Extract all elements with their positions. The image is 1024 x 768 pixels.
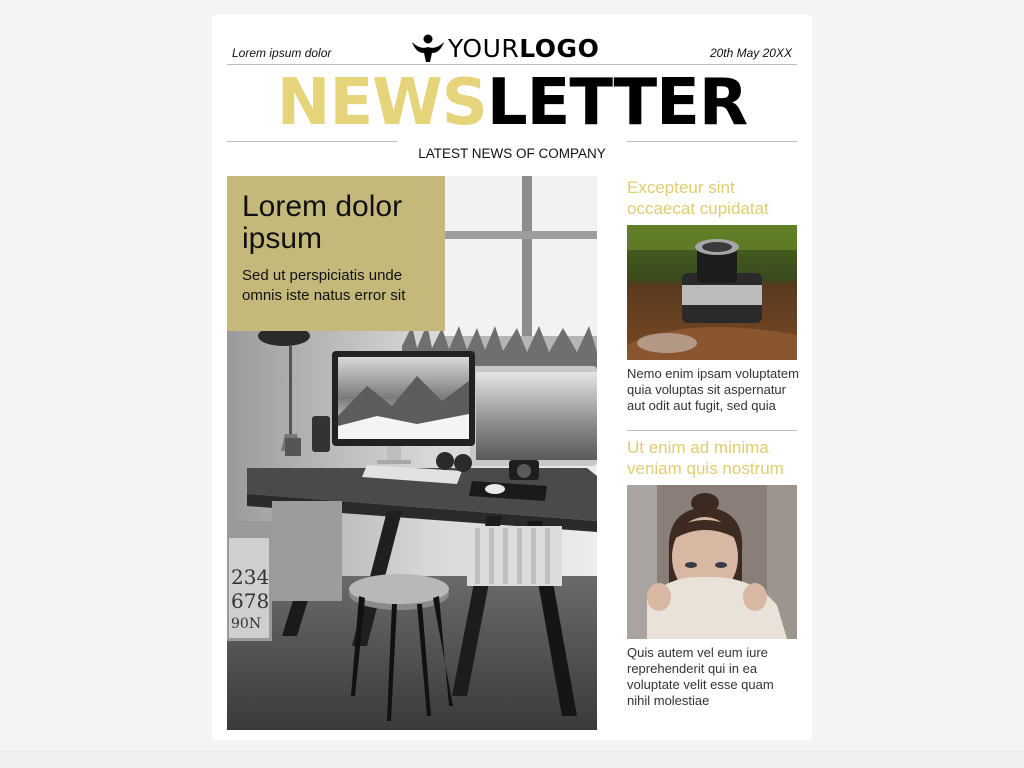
logo-person-icon <box>412 34 444 62</box>
feature-caption-box: Lorem dolor ipsum Sed ut perspiciatis un… <box>227 176 445 331</box>
feature-title: Lorem dolor ipsum <box>242 190 403 255</box>
feature-subtitle: Sed ut perspiciatis unde omnis iste natu… <box>242 267 406 304</box>
masthead-news: NEWS <box>276 66 488 140</box>
header-left-text: Lorem ipsum dolor <box>232 46 332 60</box>
article-1-body: Nemo enim ipsam voluptatem quia voluptas… <box>627 366 799 413</box>
page-bottom-strip <box>0 750 1024 768</box>
logo-text-light: YOUR <box>448 33 520 63</box>
masthead-title: NEWSLETTER <box>212 66 812 140</box>
woman-portrait-illustration <box>627 485 797 639</box>
masthead-letter: LETTER <box>486 66 748 140</box>
camera-illustration <box>627 225 797 360</box>
tagline: LATEST NEWS OF COMPANY <box>418 146 606 161</box>
feature-image: 234 678 90N Lorem dolor ipsum Sed ut per… <box>227 176 597 730</box>
article-2-title: Ut enim ad minima veniam quis nostrum <box>627 438 784 478</box>
svg-text:90N: 90N <box>231 616 261 632</box>
newsletter-page: Lorem ipsum dolor YOURLOGO 20th May 20XX… <box>212 15 812 740</box>
article-1-image <box>627 225 797 360</box>
header-date: 20th May 20XX <box>709 46 792 60</box>
article-1-title: Excepteur sint occaecat cupidatat <box>627 178 769 218</box>
logo-text-bold: LOGO <box>519 33 600 63</box>
tagline-rule-right <box>627 141 797 142</box>
tagline-rule-left <box>227 141 397 142</box>
article-2-body: Quis autem vel eum iure reprehenderit qu… <box>627 645 774 708</box>
sidebar-divider <box>627 430 797 431</box>
logo: YOURLOGO <box>410 33 599 63</box>
article-2-image <box>627 485 797 639</box>
svg-text:234: 234 <box>231 565 269 589</box>
logo-text: YOURLOGO <box>448 34 599 63</box>
header-divider <box>227 64 797 65</box>
svg-text:678: 678 <box>231 589 269 613</box>
